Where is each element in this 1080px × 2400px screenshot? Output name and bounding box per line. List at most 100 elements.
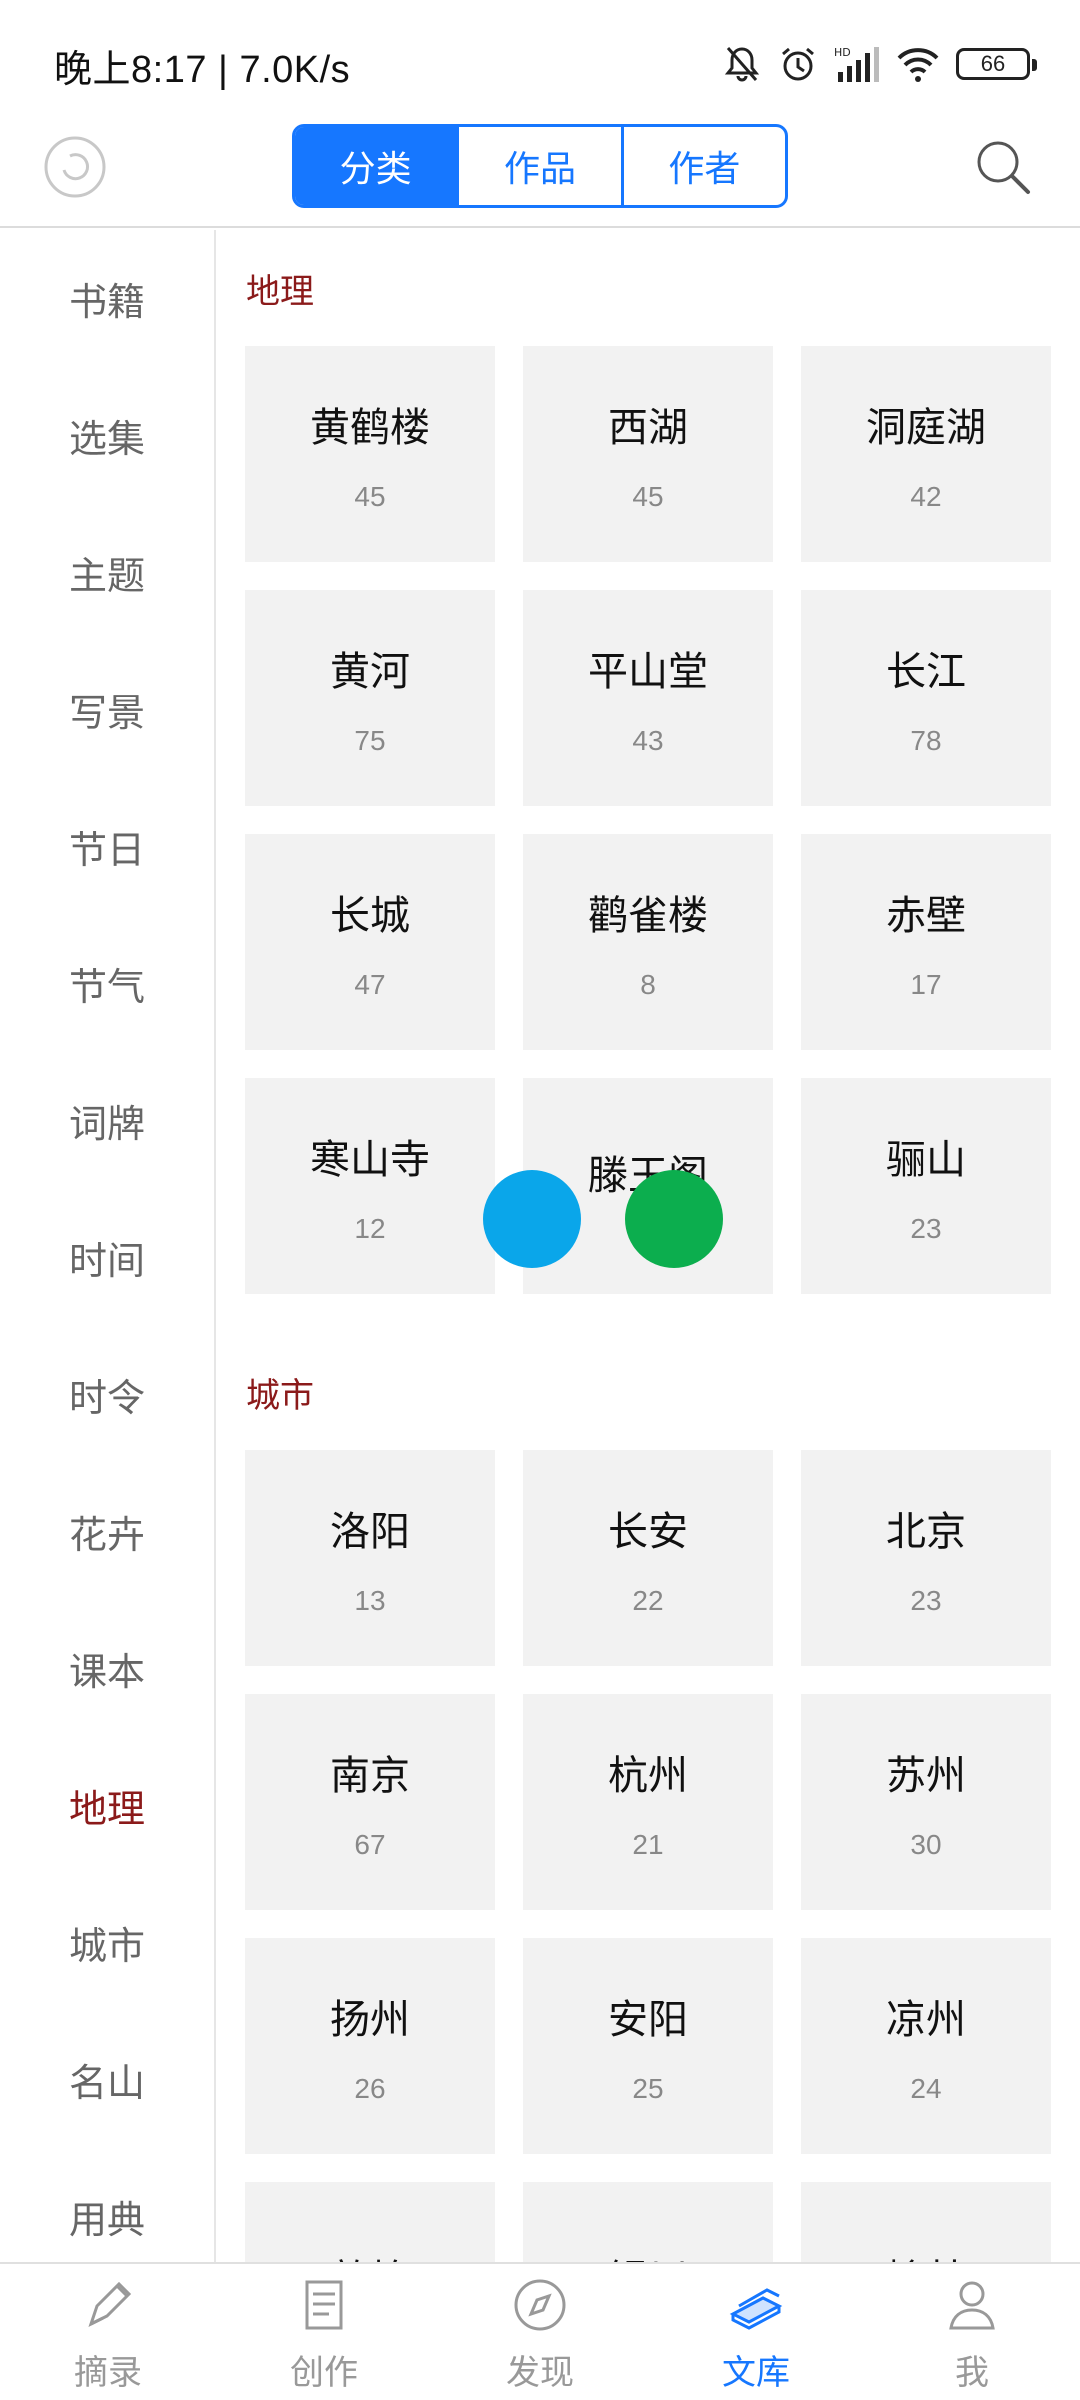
tile-name: 赤壁 (886, 893, 966, 939)
books-icon (725, 2274, 787, 2341)
tile-count: 45 (632, 481, 664, 512)
battery-indicator: 66 (956, 48, 1037, 80)
tile-item[interactable]: 榆林 (801, 2182, 1051, 2262)
tile-count: 12 (354, 1213, 386, 1244)
cities-grid: 洛阳 13 长安 22 北京 23 南京 67 杭州 21 苏州 30 扬州 26 安阳 25 … (218, 1450, 1080, 2262)
tile-count: 78 (910, 725, 942, 756)
tile-name: 洛阳 (330, 1509, 410, 1555)
battery-level: 66 (980, 51, 1006, 76)
tile-count: 67 (354, 1829, 386, 1860)
compass-icon (509, 2274, 571, 2341)
search-icon[interactable] (970, 134, 1036, 200)
tile-item[interactable]: 西湖 45 (523, 346, 773, 562)
tile-item[interactable]: 南京 67 (245, 1694, 495, 1910)
tile-count: 26 (354, 2073, 386, 2104)
tile-name: 凉州 (886, 1997, 966, 2043)
sidebar-item-tune-names[interactable]: 词牌 (0, 1052, 214, 1189)
tile-count: 24 (910, 2073, 942, 2104)
nav-label: 创作 (290, 2353, 358, 2393)
tile-item[interactable]: 苏州 30 (801, 1694, 1051, 1910)
tile-count: 30 (910, 1829, 942, 1860)
tile-count: 22 (632, 1585, 664, 1616)
nav-item-excerpts[interactable]: 摘录 (0, 2264, 216, 2400)
touch-indicator-green (625, 1170, 723, 1268)
tile-item[interactable]: 敦煌 (245, 2182, 495, 2262)
tile-name: 南京 (330, 1753, 410, 1799)
category-sidebar: 书籍 选集 主题 写景 节日 节气 词牌 时间 时令 花卉 课本 地理 城市 名… (0, 230, 216, 2262)
sidebar-item-seasons[interactable]: 时令 (0, 1326, 214, 1463)
tab-works[interactable]: 作品 (459, 127, 624, 205)
nav-label: 我 (955, 2353, 989, 2393)
sidebar-item-festivals[interactable]: 节日 (0, 778, 214, 915)
category-segmented-control: 分类 作品 作者 (292, 124, 788, 208)
tab-authors[interactable]: 作者 (624, 127, 785, 205)
tile-item[interactable]: 平山堂 43 (523, 590, 773, 806)
bell-off-icon (722, 44, 762, 84)
sidebar-item-cities[interactable]: 城市 (0, 1874, 214, 2011)
sidebar-item-mountains[interactable]: 名山 (0, 2011, 214, 2148)
sidebar-item-geography[interactable]: 地理 (0, 1737, 214, 1874)
tile-item[interactable]: 扬州 26 (245, 1938, 495, 2154)
tile-item[interactable]: 骊山 23 (801, 1078, 1051, 1294)
tile-name: 杭州 (608, 1753, 688, 1799)
tile-name: 鹳雀楼 (588, 893, 708, 939)
tile-count: 47 (354, 969, 386, 1000)
tile-count: 17 (910, 969, 942, 1000)
tile-count: 42 (910, 481, 942, 512)
tile-item[interactable]: 长城 47 (245, 834, 495, 1050)
tab-category[interactable]: 分类 (295, 127, 460, 205)
nav-item-discover[interactable]: 发现 (432, 2264, 648, 2400)
refresh-icon[interactable] (42, 134, 108, 200)
sidebar-item-allusions[interactable]: 用典 (0, 2148, 214, 2262)
tile-item[interactable]: 黄河 75 (245, 590, 495, 806)
tile-item[interactable]: 银川 (523, 2182, 773, 2262)
sidebar-item-textbook[interactable]: 课本 (0, 1600, 214, 1737)
sidebar-item-themes[interactable]: 主题 (0, 504, 214, 641)
sidebar-item-books[interactable]: 书籍 (0, 230, 214, 367)
tile-item[interactable]: 长江 78 (801, 590, 1051, 806)
tile-count: 75 (354, 725, 386, 756)
sidebar-item-anthologies[interactable]: 选集 (0, 367, 214, 504)
tile-name: 银川 (608, 2247, 688, 2262)
signal-icon: HD (834, 44, 880, 84)
section-title-cities: 城市 (246, 1376, 314, 1415)
tile-item[interactable]: 寒山寺 12 (245, 1078, 495, 1294)
status-icons: HD 66 (722, 40, 1037, 88)
tile-count: 23 (910, 1213, 942, 1244)
status-bar: 晚上8:17 | 7.0K/s HD 66 (0, 0, 1080, 120)
sidebar-item-solar-terms[interactable]: 节气 (0, 915, 214, 1052)
sidebar-item-scenery[interactable]: 写景 (0, 641, 214, 778)
tile-name: 西湖 (608, 405, 688, 451)
tile-item[interactable]: 杭州 21 (523, 1694, 773, 1910)
tile-count: 13 (354, 1585, 386, 1616)
tile-name: 扬州 (330, 1997, 410, 2043)
tile-item[interactable]: 北京 23 (801, 1450, 1051, 1666)
tile-count: 21 (632, 1829, 664, 1860)
tile-item[interactable]: 洛阳 13 (245, 1450, 495, 1666)
tile-name: 长城 (330, 893, 410, 939)
alarm-icon (778, 44, 818, 84)
pen-icon (77, 2274, 139, 2341)
nav-item-library[interactable]: 文库 (648, 2264, 864, 2400)
sidebar-item-time[interactable]: 时间 (0, 1189, 214, 1326)
nav-item-me[interactable]: 我 (864, 2264, 1080, 2400)
nav-label: 摘录 (74, 2353, 142, 2393)
tile-item[interactable]: 凉州 24 (801, 1938, 1051, 2154)
tile-item[interactable]: 长安 22 (523, 1450, 773, 1666)
tile-item[interactable]: 安阳 25 (523, 1938, 773, 2154)
wifi-icon (896, 44, 940, 84)
tile-name: 黄河 (330, 649, 410, 695)
tile-item[interactable]: 赤壁 17 (801, 834, 1051, 1050)
tile-name: 苏州 (886, 1753, 966, 1799)
tile-item[interactable]: 鹳雀楼 8 (523, 834, 773, 1050)
tile-name: 北京 (886, 1509, 966, 1555)
tile-item[interactable]: 黄鹤楼 45 (245, 346, 495, 562)
tile-count: 45 (354, 481, 386, 512)
tile-count: 43 (632, 725, 664, 756)
nav-item-create[interactable]: 创作 (216, 2264, 432, 2400)
tile-item[interactable]: 洞庭湖 42 (801, 346, 1051, 562)
sidebar-item-flowers[interactable]: 花卉 (0, 1463, 214, 1600)
tile-name: 榆林 (886, 2247, 966, 2262)
tile-name: 寒山寺 (310, 1137, 430, 1183)
